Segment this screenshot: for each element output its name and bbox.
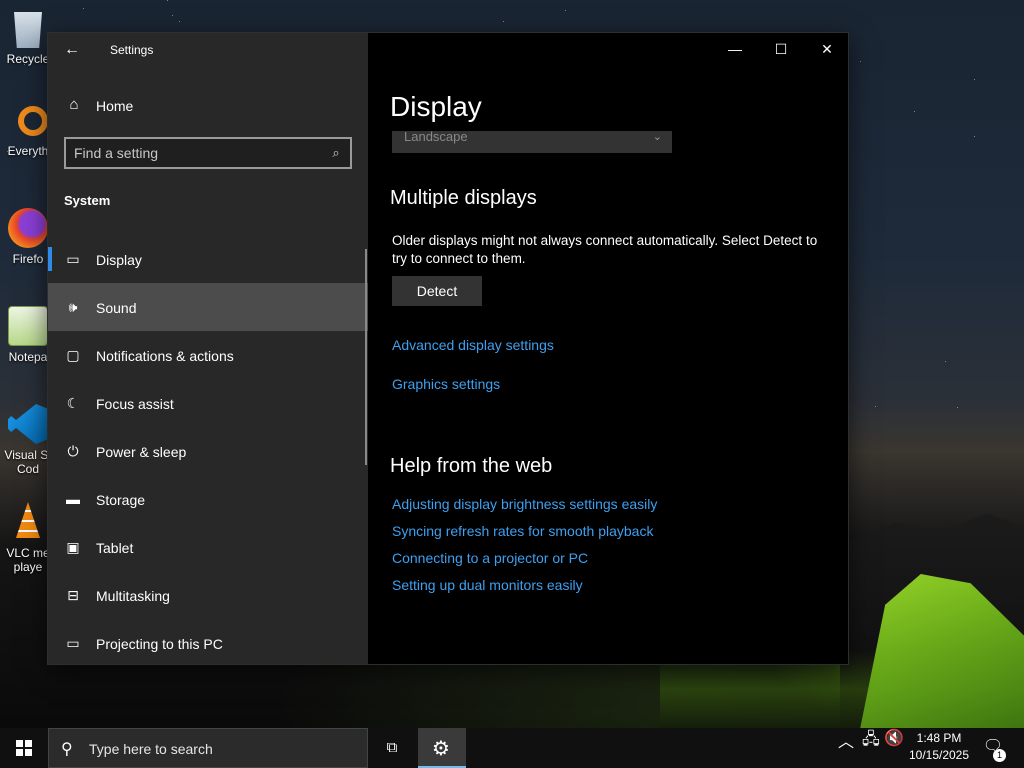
storage-icon: ▬ <box>66 491 80 507</box>
windows-logo-icon <box>16 740 32 756</box>
find-setting-input[interactable] <box>74 144 314 162</box>
vscode-icon <box>8 404 48 444</box>
star <box>172 15 173 16</box>
graphics-settings-link[interactable]: Graphics settings <box>392 376 500 392</box>
search-icon: ⚲ <box>61 741 73 758</box>
action-center-button[interactable]: 🗨 1 <box>980 736 1006 762</box>
taskbar-settings-app[interactable]: ⚙ <box>418 728 466 768</box>
minimize-button[interactable]: — <box>712 33 758 65</box>
notifications-icon: ▢ <box>66 347 80 363</box>
nav-item-label: Power & sleep <box>96 444 187 460</box>
display-icon: ▭ <box>66 251 80 267</box>
vlc-icon <box>16 502 40 538</box>
notification-count-badge: 1 <box>993 749 1006 762</box>
home-label: Home <box>96 98 134 114</box>
taskbar-search-placeholder: Type here to search <box>89 741 213 757</box>
orientation-dropdown[interactable]: Landscape ⌄ <box>392 131 672 153</box>
title-bar-left: ← Settings <box>48 33 368 67</box>
help-link[interactable]: Connecting to a projector or PC <box>392 550 588 566</box>
help-heading: Help from the web <box>390 455 553 477</box>
sound-icon: 🕪 <box>68 299 78 315</box>
firefox-icon <box>8 208 48 248</box>
nav-item-label: Storage <box>96 492 146 508</box>
settings-window: ← Settings ⌂ Home ⌕ System ▭ Display 🕪 S… <box>47 32 849 665</box>
clock-time: 1:48 PM <box>916 731 962 745</box>
nav-scrollbar[interactable] <box>365 249 367 465</box>
window-title: Settings <box>110 43 154 57</box>
star <box>503 21 504 22</box>
star <box>860 61 861 62</box>
taskbar: ⚲ Type here to search ⧉ ⚙ ︿ 🖧 🔇 1:48 PM … <box>0 728 1024 768</box>
maximize-button[interactable]: ☐ <box>758 33 804 65</box>
back-button[interactable]: ← <box>60 39 84 61</box>
find-setting-search[interactable]: ⌕ <box>64 137 352 169</box>
notepad-icon <box>8 306 48 346</box>
clock-date: 10/15/2025 <box>908 748 970 762</box>
search-icon[interactable]: ⌕ <box>328 144 344 162</box>
detect-button[interactable]: Detect <box>392 276 482 306</box>
nav-item-label: Multitasking <box>96 588 170 604</box>
help-link[interactable]: Setting up dual monitors easily <box>392 577 583 593</box>
recycle-bin-icon <box>14 12 42 48</box>
nav-item-power-sleep[interactable]: ⏻ Power & sleep <box>48 427 368 475</box>
taskbar-clock[interactable]: 1:48 PM 10/15/2025 <box>906 730 972 764</box>
taskbar-search-box[interactable]: ⚲ Type here to search <box>48 728 368 768</box>
nav-item-display[interactable]: ▭ Display <box>48 235 368 283</box>
nav-item-label: Projecting to this PC <box>96 636 223 652</box>
chevron-down-icon: ⌄ <box>652 131 662 143</box>
everything-search-icon <box>18 106 48 136</box>
nav-item-label: Tablet <box>96 540 134 556</box>
star <box>167 0 168 1</box>
settings-content-pane: — ☐ ✕ Display Landscape ⌄ Multiple displ… <box>368 33 848 664</box>
gear-icon: ⚙ <box>432 738 450 760</box>
orientation-value: Landscape <box>404 131 468 144</box>
projecting-icon: ▭ <box>66 635 80 651</box>
task-view-button[interactable]: ⧉ <box>372 728 412 768</box>
nav-item-label: Display <box>96 252 142 268</box>
star <box>957 407 958 408</box>
nav-section-title: System <box>64 193 111 208</box>
star <box>974 79 975 80</box>
power-icon: ⏻ <box>67 443 79 459</box>
nav-item-label: Notifications & actions <box>96 348 234 364</box>
home-icon: ⌂ <box>69 96 79 113</box>
tablet-icon: ▣ <box>66 539 80 555</box>
focus-assist-icon: ☾ <box>66 395 80 411</box>
star <box>83 8 84 9</box>
nav-item-tablet[interactable]: ▣ Tablet <box>48 523 368 571</box>
multiple-displays-heading: Multiple displays <box>390 187 537 209</box>
star <box>945 361 946 362</box>
nav-item-multitasking[interactable]: ⊟ Multitasking <box>48 571 368 619</box>
nav-item-label: Focus assist <box>96 396 174 412</box>
multiple-displays-text: Older displays might not always connect … <box>392 233 818 266</box>
nav-item-storage[interactable]: ▬ Storage <box>48 475 368 523</box>
settings-nav-pane: ← Settings ⌂ Home ⌕ System ▭ Display 🕪 S… <box>48 33 368 664</box>
advanced-display-settings-link[interactable]: Advanced display settings <box>392 337 554 353</box>
start-button[interactable] <box>0 728 48 768</box>
nav-item-sound[interactable]: 🕪 Sound <box>48 283 368 331</box>
nav-item-focus-assist[interactable]: ☾ Focus assist <box>48 379 368 427</box>
star <box>914 111 915 112</box>
star <box>565 10 566 11</box>
multitasking-icon: ⊟ <box>67 587 79 603</box>
help-link[interactable]: Adjusting display brightness settings ea… <box>392 496 657 512</box>
star <box>179 21 180 22</box>
home-nav-item[interactable]: ⌂ Home <box>48 88 368 124</box>
caption-buttons: — ☐ ✕ <box>712 33 848 65</box>
close-button[interactable]: ✕ <box>804 33 848 65</box>
star <box>974 136 975 137</box>
help-link[interactable]: Syncing refresh rates for smooth playbac… <box>392 523 653 539</box>
nav-item-notifications[interactable]: ▢ Notifications & actions <box>48 331 368 379</box>
page-title: Display <box>390 91 482 122</box>
nav-item-label: Sound <box>96 300 137 316</box>
star <box>875 406 876 407</box>
nav-item-projecting[interactable]: ▭ Projecting to this PC <box>48 619 368 664</box>
nav-list: ▭ Display 🕪 Sound ▢ Notifications & acti… <box>48 235 368 664</box>
